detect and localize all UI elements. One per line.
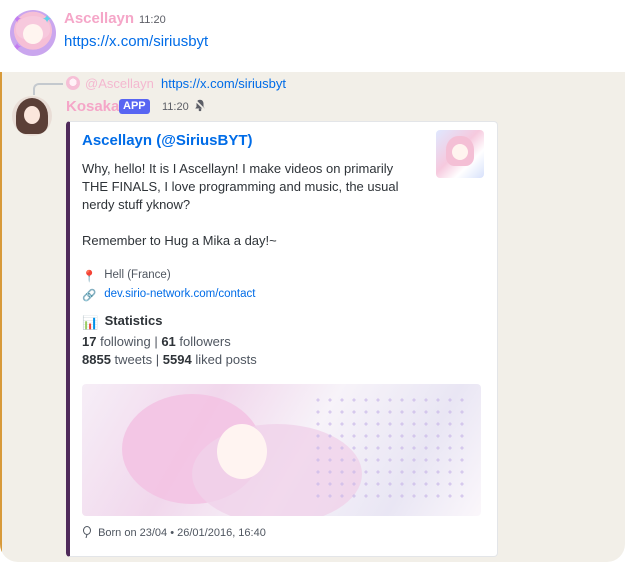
description-line: THE FINALS, I love programming and music… (82, 179, 399, 194)
website-row: 🔗 dev.sirio-network.com/contact (82, 288, 255, 302)
thumbnail-face (452, 144, 468, 160)
separator: | (155, 352, 160, 367)
timestamp[interactable]: 11:20 (139, 14, 166, 26)
liked-label: liked posts (195, 352, 257, 367)
follow-stats: 17 following | 61 followers (82, 334, 231, 349)
embed-banner-image[interactable] (82, 384, 481, 516)
location-row: 📍 Hell (France) (82, 269, 171, 283)
avatar[interactable] (12, 96, 52, 136)
footer-text: Born on 23/04 • 26/01/2016, 16:40 (98, 527, 266, 539)
tweets-count: 8855 (82, 352, 111, 367)
following-count: 17 (82, 334, 97, 349)
image-face (217, 424, 267, 479)
link-embed: Ascellayn (@SiriusBYT) Why, hello! It is… (66, 121, 498, 557)
message-ascellayn: ✦ ✦ ✦ Ascellayn 11:20 https://x.com/siri… (0, 0, 625, 72)
embed-description: Why, hello! It is I Ascellayn! I make vi… (82, 160, 422, 250)
avatar-face (24, 106, 40, 124)
bell-off-icon (194, 99, 206, 112)
reply-preview[interactable]: https://x.com/siriusbyt (161, 76, 286, 91)
description-line: Remember to Hug a Mika a day!~ (82, 233, 277, 248)
website-link[interactable]: dev.sirio-network.com/contact (104, 288, 255, 300)
avatar-face (23, 24, 43, 44)
reply-author[interactable]: @Ascellayn (85, 76, 154, 91)
timestamp[interactable]: 11:20 (162, 101, 189, 113)
reply-connector (33, 83, 63, 95)
followers-count: 61 (161, 334, 176, 349)
message-kosaka: @Ascellayn https://x.com/siriusbyt Kosak… (0, 72, 625, 562)
sparkle-icon: ✦ (42, 12, 53, 26)
statistics-heading: 📊 Statistics (82, 313, 163, 330)
embed-thumbnail[interactable] (436, 130, 484, 178)
post-stats: 8855 tweets | 5594 liked posts (82, 352, 257, 367)
description-line: Why, hello! It is I Ascellayn! I make vi… (82, 161, 394, 176)
chat-frame: ✦ ✦ ✦ Ascellayn 11:20 https://x.com/siri… (0, 0, 625, 562)
separator: | (154, 334, 158, 349)
statistics-label: Statistics (104, 313, 163, 328)
author-name[interactable]: Kosaka (66, 98, 119, 115)
reply-avatar[interactable] (66, 76, 80, 90)
description-line: nerdy stuff yknow? (82, 197, 191, 212)
location-text: Hell (France) (104, 269, 171, 281)
description-line (82, 214, 422, 232)
app-badge: APP (119, 99, 150, 114)
followers-label: followers (179, 334, 231, 349)
tweets-label: tweets (114, 352, 153, 367)
liked-count: 5594 (162, 352, 192, 367)
avatar[interactable]: ✦ ✦ ✦ (10, 10, 56, 56)
balloon-icon (83, 526, 91, 539)
embed-footer: Born on 23/04 • 26/01/2016, 16:40 (82, 526, 266, 539)
author-name[interactable]: Ascellayn (64, 10, 134, 27)
following-label: following (100, 334, 151, 349)
image-sparkles (312, 394, 472, 504)
link-icon: 🔗 (82, 290, 97, 302)
embed-title[interactable]: Ascellayn (@SiriusBYT) (82, 132, 253, 149)
message-link[interactable]: https://x.com/siriusbyt (64, 33, 208, 50)
pin-icon: 📍 (82, 271, 97, 283)
sparkle-icon: ✦ (12, 40, 23, 54)
chart-icon: 📊 (82, 315, 99, 330)
sparkle-icon: ✦ (12, 12, 23, 26)
